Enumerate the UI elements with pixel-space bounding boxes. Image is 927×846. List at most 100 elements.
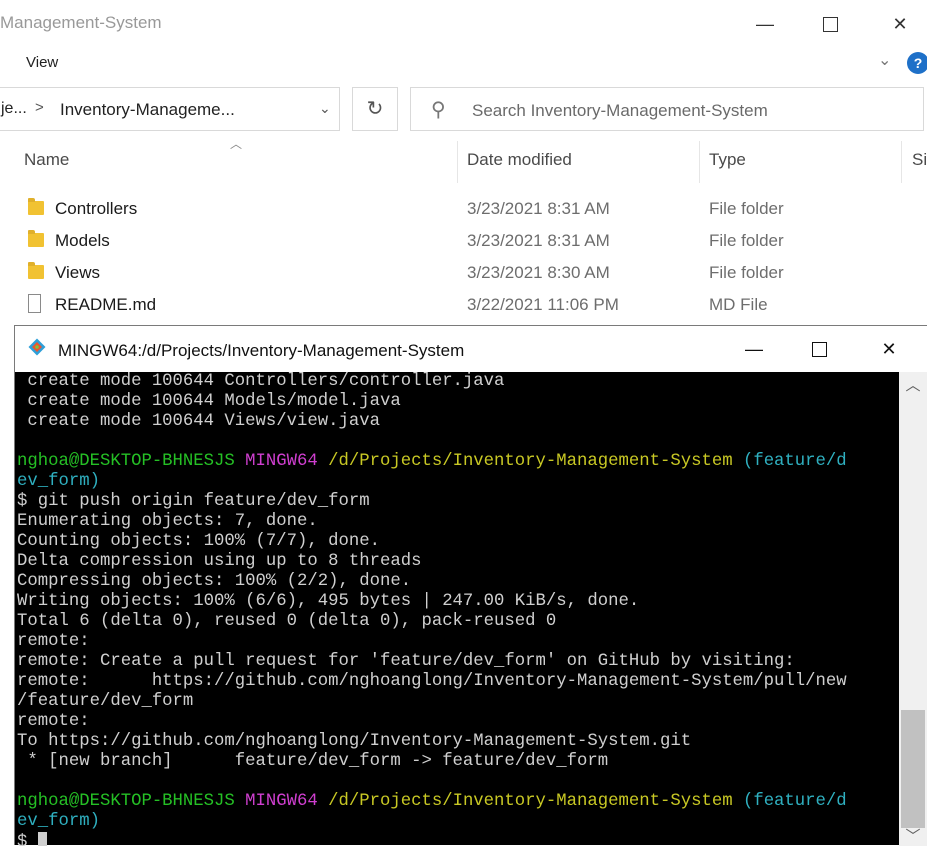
file-name[interactable]: README.md — [55, 295, 156, 315]
search-icon: ⚲ — [431, 99, 446, 121]
ribbon-tab-view[interactable]: View — [26, 54, 58, 71]
breadcrumb-chevron-icon[interactable]: > — [35, 99, 44, 116]
terminal-line: * [new branch] feature/dev_form -> featu… — [17, 752, 897, 772]
scrollbar-thumb[interactable] — [901, 710, 925, 828]
terminal-text: remote: — [17, 632, 90, 651]
git-logo-icon — [28, 338, 46, 356]
terminal-text: Enumerating objects: 7, done. — [17, 512, 318, 531]
folder-icon — [28, 198, 44, 215]
terminal-line: nghoa@DESKTOP-BHNESJS MINGW64 /d/Project… — [17, 792, 897, 812]
terminal-line: ev_form) — [17, 472, 897, 492]
terminal-line: remote: Create a pull request for 'featu… — [17, 652, 897, 672]
address-dropdown-icon[interactable]: ⌄ — [319, 100, 331, 117]
breadcrumb-parent[interactable]: je... — [1, 100, 27, 118]
minimize-icon: — — [756, 13, 774, 34]
file-row[interactable]: Views 3/23/2021 8:30 AM File folder — [0, 257, 927, 289]
address-bar[interactable]: je... > Inventory-Manageme... ⌄ — [0, 87, 340, 131]
file-name[interactable]: Views — [55, 263, 100, 283]
file-date: 3/23/2021 8:30 AM — [467, 263, 610, 282]
terminal-output[interactable]: create mode 100644 Controllers/controlle… — [17, 372, 897, 846]
window-title: Management-System — [0, 13, 162, 32]
scroll-up-icon[interactable]: ︿ — [899, 374, 927, 395]
terminal-text: remote: — [17, 712, 90, 731]
refresh-icon: ↻ — [366, 98, 384, 120]
folder-icon — [28, 262, 44, 279]
close-icon: ✕ — [881, 338, 897, 359]
column-header-type[interactable]: Type — [709, 150, 746, 170]
search-box[interactable]: ⚲ Search Inventory-Management-System — [410, 87, 924, 131]
terminal-line: remote: — [17, 632, 897, 652]
close-icon: ✕ — [892, 13, 908, 34]
terminal-text: Delta compression using up to 8 threads — [17, 552, 422, 571]
scroll-down-icon[interactable]: ﹀ — [899, 825, 927, 846]
terminal-line: Compressing objects: 100% (2/2), done. — [17, 572, 897, 592]
expand-ribbon-chevron-icon[interactable]: ⌄ — [878, 50, 891, 70]
maximize-icon — [811, 341, 827, 357]
terminal-line: Delta compression using up to 8 threads — [17, 552, 897, 572]
terminal-line: Enumerating objects: 7, done. — [17, 512, 897, 532]
terminal-text: nghoa@DESKTOP-BHNESJS — [17, 792, 235, 811]
maximize-icon — [822, 16, 838, 32]
terminal-line: create mode 100644 Models/model.java — [17, 392, 897, 412]
column-header-name[interactable]: Name — [24, 150, 69, 170]
terminal-text: Writing objects: 100% (6/6), 495 bytes |… — [17, 592, 640, 611]
terminal-line: Total 6 (delta 0), reused 0 (delta 0), p… — [17, 612, 897, 632]
terminal-text: MINGW64 — [245, 792, 318, 811]
file-name[interactable]: Controllers — [55, 199, 137, 219]
file-icon — [28, 294, 41, 313]
terminal-line: ev_form) — [17, 812, 897, 832]
terminal-text: To https://github.com/nghoanglong/Invent… — [17, 732, 692, 751]
column-divider[interactable] — [457, 141, 458, 183]
column-divider[interactable] — [901, 141, 902, 183]
terminal-text: create mode 100644 Models/model.java — [17, 392, 401, 411]
terminal-line: create mode 100644 Views/view.java — [17, 412, 897, 432]
terminal-text: ev_form) — [17, 472, 100, 491]
terminal-cursor — [37, 832, 47, 846]
file-row[interactable]: README.md 3/22/2021 11:06 PM MD File — [0, 289, 927, 321]
breadcrumb-current[interactable]: Inventory-Manageme... — [60, 100, 235, 120]
terminal-text: remote: Create a pull request for 'featu… — [17, 652, 795, 671]
terminal-text: (feature/d — [732, 452, 847, 471]
maximize-button[interactable] — [810, 6, 850, 42]
terminal-line: To https://github.com/nghoanglong/Invent… — [17, 732, 897, 752]
minimize-icon: — — [745, 338, 763, 359]
file-name[interactable]: Models — [55, 231, 110, 251]
terminal-title-bar[interactable]: MINGW64:/d/Projects/Inventory-Management… — [15, 326, 927, 372]
terminal-window[interactable]: MINGW64:/d/Projects/Inventory-Management… — [14, 325, 927, 846]
search-input[interactable]: Search Inventory-Management-System — [472, 101, 768, 121]
terminal-text: * [new branch] feature/dev_form -> featu… — [17, 752, 609, 771]
terminal-text: Total 6 (delta 0), reused 0 (delta 0), p… — [17, 612, 557, 631]
terminal-text: Counting objects: 100% (7/7), done. — [17, 532, 380, 551]
file-row[interactable]: Controllers 3/23/2021 8:31 AM File folde… — [0, 193, 927, 225]
terminal-text: $ git push origin feature/dev_form — [17, 492, 370, 511]
terminal-line: Writing objects: 100% (6/6), 495 bytes |… — [17, 592, 897, 612]
terminal-maximize-button[interactable] — [797, 332, 841, 366]
minimize-button[interactable]: — — [745, 6, 785, 42]
terminal-text: Compressing objects: 100% (2/2), done. — [17, 572, 412, 591]
terminal-minimize-button[interactable]: — — [732, 332, 776, 366]
file-row[interactable]: Models 3/23/2021 8:31 AM File folder — [0, 225, 927, 257]
column-divider[interactable] — [699, 141, 700, 183]
terminal-scrollbar[interactable]: ︿ ﹀ — [899, 372, 927, 846]
terminal-text: /d/Projects/Inventory-Management-System — [328, 792, 733, 811]
close-button[interactable]: ✕ — [880, 6, 920, 42]
file-date: 3/23/2021 8:31 AM — [467, 231, 610, 250]
column-header-date-modified[interactable]: Date modified — [467, 150, 572, 170]
terminal-text: remote: https://github.com/nghoanglong/I… — [17, 672, 847, 691]
terminal-line: remote: — [17, 712, 897, 732]
terminal-line: remote: https://github.com/nghoanglong/I… — [17, 672, 897, 692]
column-header-size[interactable]: Si — [912, 150, 927, 170]
refresh-button[interactable]: ↻ — [352, 87, 398, 131]
terminal-text: create mode 100644 Views/view.java — [17, 412, 380, 431]
terminal-line: Counting objects: 100% (7/7), done. — [17, 532, 897, 552]
terminal-text: /d/Projects/Inventory-Management-System — [328, 452, 733, 471]
terminal-close-button[interactable]: ✕ — [867, 332, 911, 366]
terminal-text: ev_form) — [17, 812, 100, 831]
help-button[interactable]: ? — [907, 52, 927, 74]
terminal-title: MINGW64:/d/Projects/Inventory-Management… — [58, 341, 465, 360]
